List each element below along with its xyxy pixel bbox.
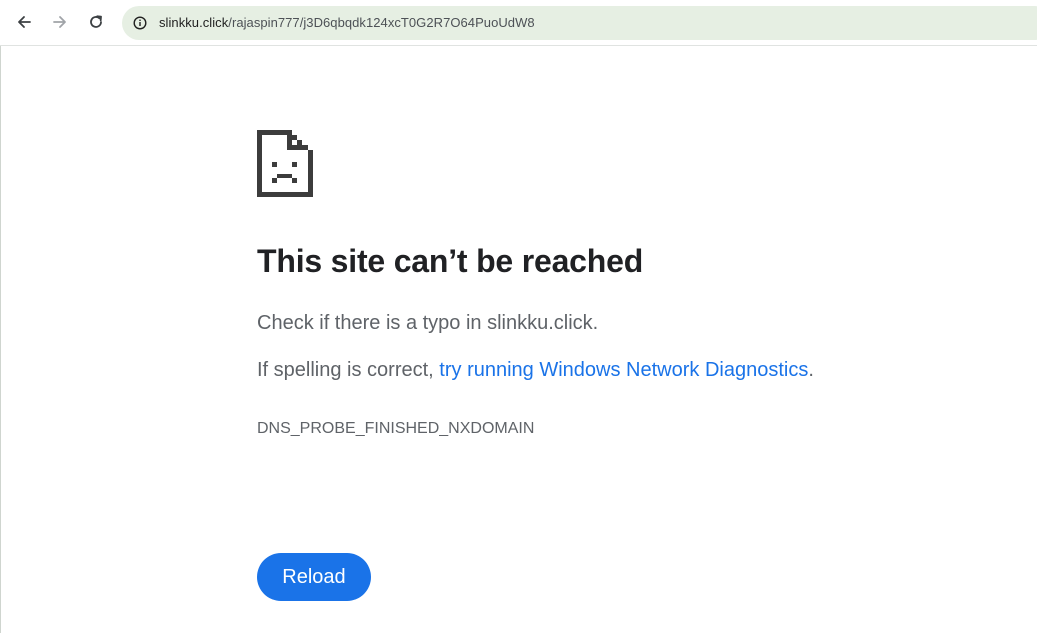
- typo-hint: Check if there is a typo in slinkku.clic…: [257, 312, 599, 334]
- window-edge: [0, 46, 1, 633]
- browser-toolbar: slinkku.click/rajaspin777/j3D6qbqdk124xc…: [0, 0, 1037, 46]
- spelling-hint: If spelling is correct, try running Wind…: [257, 357, 814, 383]
- reload-button[interactable]: Reload: [257, 553, 371, 601]
- arrow-right-icon: [53, 16, 66, 28]
- page-title: This site can’t be reached: [257, 243, 644, 279]
- forward-button[interactable]: [46, 8, 74, 36]
- reload-icon: [90, 15, 102, 28]
- url-host: slinkku.click: [159, 15, 229, 30]
- sad-document-icon: [257, 130, 313, 197]
- site-info-button[interactable]: [128, 11, 152, 35]
- reload-toolbar-button[interactable]: [82, 8, 110, 36]
- info-circle-icon: [133, 16, 147, 30]
- url-path: /rajaspin777/j3D6qbqdk124xcT0G2R7O64PuoU…: [228, 15, 535, 30]
- arrow-left-icon: [18, 16, 31, 28]
- url-text[interactable]: slinkku.click/rajaspin777/j3D6qbqdk124xc…: [159, 15, 535, 31]
- spelling-suffix: .: [808, 359, 814, 381]
- network-diagnostics-link[interactable]: try running Windows Network Diagnostics: [439, 359, 808, 381]
- address-bar[interactable]: slinkku.click/rajaspin777/j3D6qbqdk124xc…: [122, 6, 1037, 40]
- spelling-prefix: If spelling is correct,: [257, 359, 440, 381]
- back-button[interactable]: [10, 8, 38, 36]
- error-code: DNS_PROBE_FINISHED_NXDOMAIN: [257, 420, 535, 437]
